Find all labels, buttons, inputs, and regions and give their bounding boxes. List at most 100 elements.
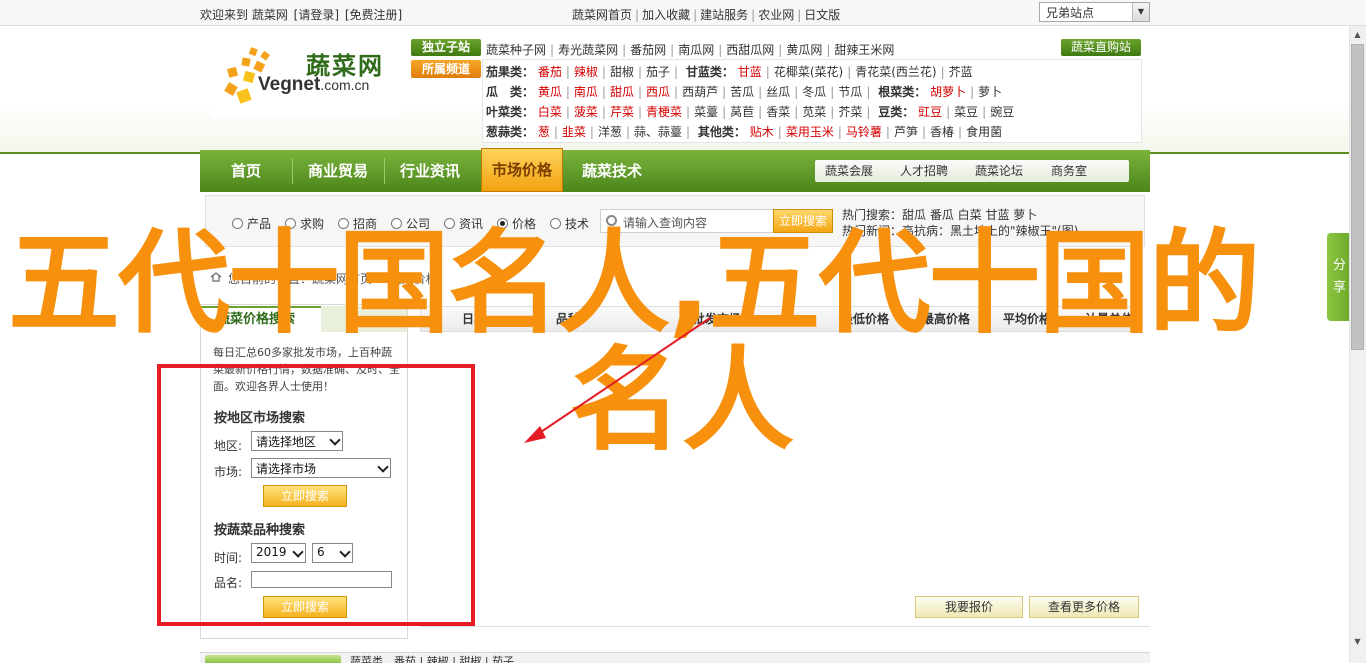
category-link[interactable]: 青梗菜 <box>646 105 682 119</box>
category-link[interactable]: 青花菜(西兰花) <box>855 65 936 79</box>
category-link[interactable]: 菠菜 <box>574 105 598 119</box>
category-link[interactable]: 冬瓜 <box>802 85 826 99</box>
direct-buy-link[interactable]: 蔬菜直购站 <box>1061 39 1141 56</box>
category-link[interactable]: 甜瓜 <box>610 85 634 99</box>
solo-links: 蔬菜种子网 | 寿光蔬菜网 | 番茄网 | 南瓜网 | 西甜瓜网 | 黄瓜网 | 甜辣王米网 <box>486 43 895 57</box>
nav-market-price[interactable]: 市场价格 <box>481 148 563 192</box>
category-key: 瓜 类： <box>486 85 535 99</box>
solo-link[interactable]: 番茄网 <box>630 43 666 57</box>
category-link[interactable]: 豌豆 <box>990 105 1014 119</box>
nav-trade[interactable]: 商业贸易 <box>294 150 382 192</box>
solo-link[interactable]: 寿光蔬菜网 <box>558 43 618 57</box>
solo-link[interactable]: 黄瓜网 <box>786 43 822 57</box>
solo-link[interactable]: 南瓜网 <box>678 43 714 57</box>
category-link[interactable]: 芹菜 <box>610 105 634 119</box>
category-link[interactable]: 蒜、蒜薹 <box>634 125 682 139</box>
category-link[interactable]: 香菜 <box>766 105 790 119</box>
category-link[interactable]: 芦笋 <box>894 125 918 139</box>
category-row: 葱蒜类： 葱 | 韭菜 | 洋葱 | 蒜、蒜薹 | 其他类： 贴木 | 菜用玉米 | 马铃薯 | 芦笋 | 香… <box>486 125 1003 139</box>
bottom-links[interactable]: 蔬菜类 番茄 | 辣椒 | 甜椒 | 茄子 <box>350 655 514 663</box>
table-divider <box>420 626 1150 627</box>
bottom-tab[interactable] <box>205 655 341 663</box>
report-price-button[interactable]: 我要报价 <box>915 596 1023 618</box>
subnav-forum[interactable]: 蔬菜论坛 <box>975 160 1023 182</box>
category-link[interactable]: 辣椒 <box>574 65 598 79</box>
register-link[interactable]: [免费注册] <box>345 8 402 22</box>
category-link[interactable]: 贴木 <box>750 125 774 139</box>
category-key: 茄果类： <box>486 65 535 79</box>
category-link[interactable]: 芥蓝 <box>949 65 973 79</box>
nav-news[interactable]: 行业资讯 <box>386 150 474 192</box>
login-link[interactable]: [请登录] <box>294 8 339 22</box>
nav-tech[interactable]: 蔬菜技术 <box>566 150 658 192</box>
category-row: 茄果类： 番茄 | 辣椒 | 甜椒 | 茄子 | 甘蓝类： 甘蓝 | 花椰菜(菜花) | 青花菜(西兰… <box>486 65 973 79</box>
category-row: 叶菜类： 白菜 | 菠菜 | 芹菜 | 青梗菜 | 菜薹 | 莴苣 | 香菜 | 苋菜 | 芥菜 | 豆类： 豇豆… <box>486 105 1015 119</box>
agri-link[interactable]: 农业网 <box>758 8 794 22</box>
category-key: 根菜类： <box>878 85 927 99</box>
more-prices-button[interactable]: 查看更多价格 <box>1029 596 1139 618</box>
category-link[interactable]: 莴苣 <box>730 105 754 119</box>
solo-sites-tag: 独立子站 <box>411 39 481 56</box>
solo-link[interactable]: 甜辣王米网 <box>834 43 894 57</box>
category-link[interactable]: 黄瓜 <box>538 85 562 99</box>
subnav-expo[interactable]: 蔬菜会展 <box>825 160 873 182</box>
category-link[interactable]: 番茄 <box>538 65 562 79</box>
category-link[interactable]: 苦瓜 <box>730 85 754 99</box>
category-key: 豆类： <box>878 105 915 119</box>
category-link[interactable]: 马铃薯 <box>846 125 882 139</box>
category-link[interactable]: 洋葱 <box>598 125 622 139</box>
category-link[interactable]: 甜椒 <box>610 65 634 79</box>
favorite-link[interactable]: 加入收藏 <box>642 8 690 22</box>
category-link[interactable]: 南瓜 <box>574 85 598 99</box>
nav-market-price-text: 市场价格 <box>491 161 552 179</box>
category-link[interactable]: 香椿 <box>930 125 954 139</box>
top-links-left: 欢迎来到 蔬菜网 [请登录] [免费注册] <box>200 6 404 23</box>
category-link[interactable]: 甘蓝 <box>738 65 762 79</box>
category-link[interactable]: 花椰菜(菜花) <box>774 65 843 79</box>
sister-sites-select[interactable]: 兄弟站点 ▼ <box>1039 2 1150 22</box>
highlight-box <box>157 364 475 626</box>
sister-sites-value: 兄弟站点 <box>1046 6 1095 20</box>
scroll-up-icon[interactable]: ▲ <box>1349 30 1366 44</box>
category-link[interactable]: 白菜 <box>538 105 562 119</box>
scroll-thumb[interactable] <box>1351 44 1364 350</box>
category-key: 其他类： <box>697 125 746 139</box>
subnav-jobs[interactable]: 人才招聘 <box>900 160 948 182</box>
home-link[interactable]: 蔬菜网首页 <box>572 8 632 22</box>
category-link[interactable]: 西葫芦 <box>682 85 718 99</box>
category-link[interactable]: 丝瓜 <box>766 85 790 99</box>
site-service-link[interactable]: 建站服务 <box>700 8 748 22</box>
category-link[interactable]: 茄子 <box>646 65 670 79</box>
category-link[interactable]: 豇豆 <box>918 105 942 119</box>
subnav-office[interactable]: 商务室 <box>1051 160 1087 182</box>
category-link[interactable]: 芥菜 <box>838 105 862 119</box>
sub-nav: 蔬菜会展 人才招聘 蔬菜论坛 商务室 <box>815 160 1129 182</box>
category-key: 葱蒜类： <box>486 125 535 139</box>
bottom-section <box>200 652 1150 663</box>
nav-home[interactable]: 首页 <box>200 150 292 192</box>
logo-en-main: Vegnet <box>258 74 321 95</box>
share-label: 分享 <box>1333 258 1347 295</box>
category-link[interactable]: 葱 <box>538 125 550 139</box>
nav-divider <box>292 158 293 184</box>
solo-link[interactable]: 西甜瓜网 <box>726 43 774 57</box>
japanese-link[interactable]: 日文版 <box>804 8 840 22</box>
category-link[interactable]: 菜薹 <box>694 105 718 119</box>
category-link[interactable]: 节瓜 <box>838 85 862 99</box>
category-link[interactable]: 食用菌 <box>966 125 1002 139</box>
logo-english: Vegnet.com.cn <box>258 74 369 96</box>
top-links-right: 蔬菜网首页 | 加入收藏 | 建站服务 | 农业网 | 日文版 <box>572 8 841 22</box>
scroll-down-icon[interactable]: ▼ <box>1349 637 1366 651</box>
category-link[interactable]: 西瓜 <box>646 85 670 99</box>
category-link[interactable]: 菜用玉米 <box>786 125 834 139</box>
arrow-icon <box>524 317 711 443</box>
category-row: 瓜 类： 黄瓜 | 南瓜 | 甜瓜 | 西瓜 | 西葫芦 | 苦瓜 | 丝瓜 | 冬瓜 | 节瓜 | 根菜类： 胡… <box>486 85 1003 99</box>
logo-en-domain: .com.cn <box>320 77 370 93</box>
channel-tag: 所属频道 <box>411 60 481 78</box>
category-link[interactable]: 苋菜 <box>802 105 826 119</box>
category-link[interactable]: 胡萝卜 <box>930 85 966 99</box>
solo-link[interactable]: 蔬菜种子网 <box>486 43 546 57</box>
category-link[interactable]: 韭菜 <box>562 125 586 139</box>
category-link[interactable]: 萝卜 <box>978 85 1002 99</box>
category-link[interactable]: 菜豆 <box>954 105 978 119</box>
